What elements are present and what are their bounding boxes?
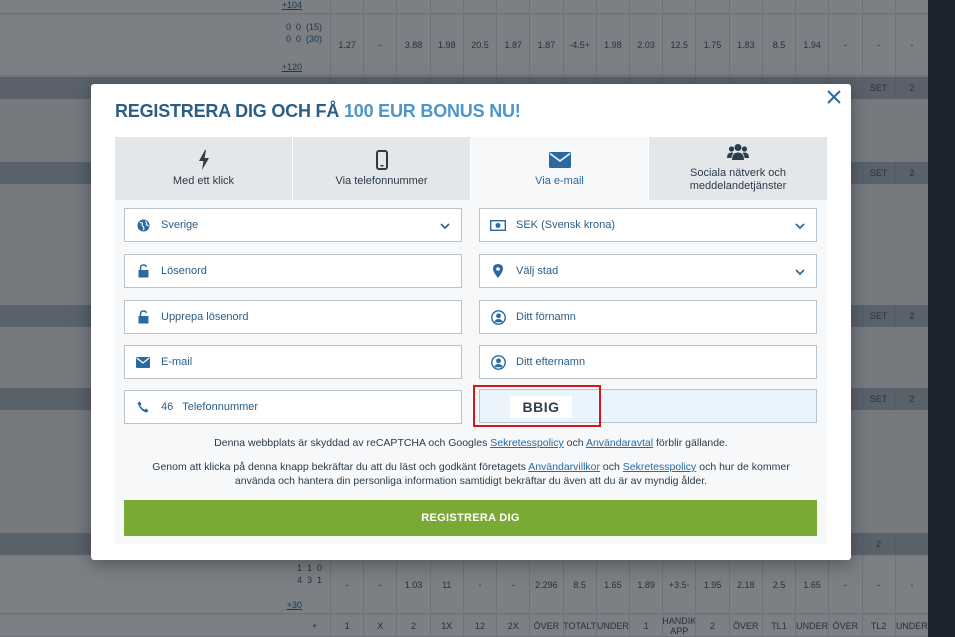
captcha-highlight-box: [473, 385, 601, 427]
user-circle-icon: [490, 309, 506, 325]
chevron-down-icon: [440, 223, 450, 230]
tab-phone-label: Via telefonnummer: [335, 175, 428, 187]
password-placeholder: Lösenord: [161, 265, 207, 277]
terms-text: Genom att klicka på denna knapp bekräfta…: [152, 461, 529, 473]
modal-title: REGISTRERA DIG OCH FÅ 100 EUR BONUS NU!: [115, 101, 521, 122]
terms-notice: Genom att klicka på denna knapp bekräfta…: [124, 460, 818, 488]
tab-email[interactable]: Via e-mail: [471, 137, 649, 200]
chevron-down-icon: [795, 269, 805, 276]
tab-phone[interactable]: Via telefonnummer: [293, 137, 471, 200]
envelope-icon: [548, 149, 571, 171]
last-name-placeholder: Ditt efternamn: [516, 356, 586, 368]
modal-title-bonus: 100 EUR BONUS NU!: [343, 101, 521, 121]
lock-icon: [135, 309, 151, 325]
currency-select[interactable]: SEK (Svensk krona): [479, 208, 817, 242]
tab-social-label: Sociala nätverk och meddelandetjänster: [689, 167, 787, 192]
close-icon[interactable]: [823, 88, 845, 110]
lightning-icon: [198, 149, 210, 171]
phone-placeholder: Telefonnummer: [182, 401, 259, 413]
privacy-policy-link[interactable]: Sekretesspolicy: [490, 437, 564, 449]
first-name-field[interactable]: Ditt förnamn: [479, 300, 817, 334]
banknote-icon: [490, 217, 506, 233]
recaptcha-text-end: förblir gällande.: [653, 437, 728, 449]
recaptcha-notice: Denna webbplats är skyddad av reCAPTCHA …: [124, 436, 818, 450]
modal-title-text: REGISTRERA DIG OCH FÅ: [115, 101, 344, 121]
city-value: Välj stad: [516, 265, 559, 277]
tab-one-click[interactable]: Med ett klick: [115, 137, 293, 200]
country-select[interactable]: Sverige: [124, 208, 462, 242]
globe-icon: [135, 217, 151, 233]
phone-field[interactable]: 46 Telefonnummer: [124, 390, 462, 424]
repeat-password-field[interactable]: Upprepa lösenord: [124, 300, 462, 334]
registration-form: Med ett klick Via telefonnummer Via e-ma…: [115, 137, 827, 544]
city-select[interactable]: Välj stad: [479, 254, 817, 288]
map-pin-icon: [490, 263, 506, 279]
password-field[interactable]: Lösenord: [124, 254, 462, 288]
phone-handset-icon: [135, 399, 151, 415]
users-icon: [727, 141, 749, 163]
user-agreement-link[interactable]: Användaravtal: [586, 437, 653, 449]
phone-prefix[interactable]: 46: [161, 401, 173, 413]
terms-of-use-link[interactable]: Användarvillkor: [528, 461, 600, 473]
currency-value: SEK (Svensk krona): [516, 219, 616, 231]
email-placeholder: E-mail: [161, 356, 193, 368]
user-circle-icon: [490, 354, 506, 370]
lock-icon: [135, 263, 151, 279]
envelope-icon: [135, 354, 151, 370]
last-name-field[interactable]: Ditt efternamn: [479, 345, 817, 379]
registration-modal: REGISTRERA DIG OCH FÅ 100 EUR BONUS NU! …: [91, 84, 851, 560]
recaptcha-text: Denna webbplats är skyddad av reCAPTCHA …: [214, 437, 491, 449]
register-button[interactable]: REGISTRERA DIG: [124, 500, 817, 536]
chevron-down-icon: [795, 223, 805, 230]
repeat-password-placeholder: Upprepa lösenord: [161, 311, 249, 323]
email-field[interactable]: E-mail: [124, 345, 462, 379]
registration-tabs: Med ett klick Via telefonnummer Via e-ma…: [115, 137, 827, 200]
tab-social[interactable]: Sociala nätverk och meddelandetjänster: [649, 137, 827, 200]
terms-privacy-policy-link[interactable]: Sekretesspolicy: [623, 461, 697, 473]
country-value: Sverige: [161, 219, 199, 231]
recaptcha-text-and: och: [563, 437, 586, 449]
tab-one-click-label: Med ett klick: [172, 175, 235, 187]
phone-icon: [375, 149, 388, 171]
first-name-placeholder: Ditt förnamn: [516, 311, 576, 323]
terms-text-and: och: [600, 461, 623, 473]
tab-email-label: Via e-mail: [535, 175, 584, 187]
